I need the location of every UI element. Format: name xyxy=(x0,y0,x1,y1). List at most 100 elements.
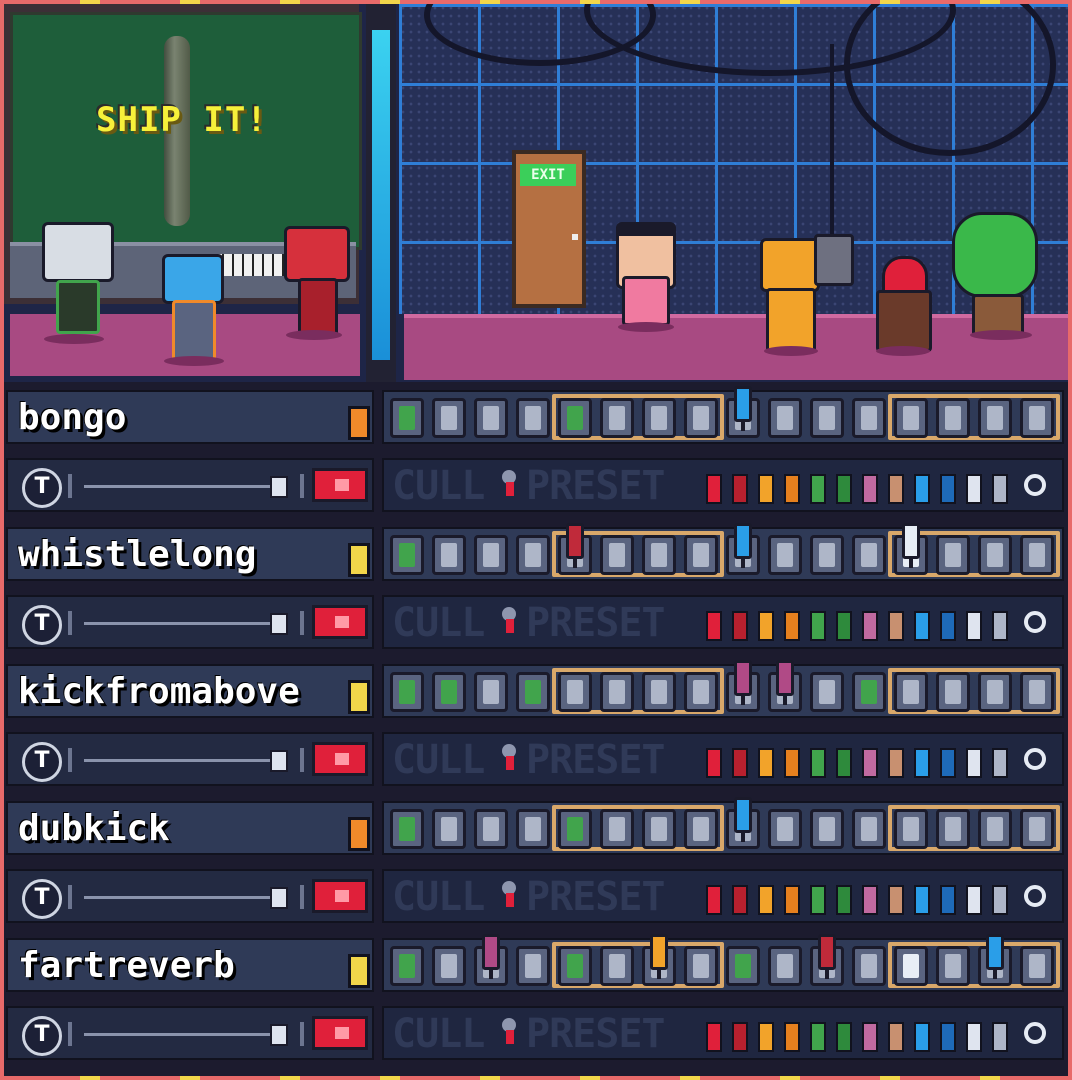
step-button[interactable] xyxy=(810,535,844,575)
step-button[interactable] xyxy=(516,398,550,438)
color-swatch[interactable] xyxy=(810,1022,826,1052)
reset-ring-icon[interactable] xyxy=(1024,474,1046,496)
color-swatch[interactable] xyxy=(810,885,826,915)
color-swatch[interactable] xyxy=(706,748,722,778)
step-button[interactable] xyxy=(558,946,592,986)
step-button[interactable] xyxy=(978,809,1012,849)
step-button[interactable] xyxy=(936,398,970,438)
color-swatch[interactable] xyxy=(862,1022,878,1052)
mute-button[interactable] xyxy=(312,742,368,776)
step-button[interactable] xyxy=(936,535,970,575)
cull-label[interactable]: CULL xyxy=(392,875,485,919)
color-swatch[interactable] xyxy=(862,611,878,641)
color-swatch[interactable] xyxy=(836,611,852,641)
step-button[interactable] xyxy=(642,672,676,712)
track-name-panel[interactable]: fartreverb xyxy=(6,938,374,992)
step-button[interactable] xyxy=(390,809,424,849)
step-button[interactable] xyxy=(684,946,718,986)
color-swatch[interactable] xyxy=(862,474,878,504)
color-swatch[interactable] xyxy=(940,611,956,641)
step-button[interactable] xyxy=(852,672,886,712)
reset-ring-icon[interactable] xyxy=(1024,885,1046,907)
color-swatch[interactable] xyxy=(914,1022,930,1052)
volume-slider-knob[interactable] xyxy=(270,613,288,635)
color-swatch[interactable] xyxy=(706,474,722,504)
track-indicator[interactable] xyxy=(348,406,370,440)
step-button[interactable] xyxy=(894,809,928,849)
color-swatch[interactable] xyxy=(732,748,748,778)
step-marker[interactable] xyxy=(734,386,752,431)
color-swatch[interactable] xyxy=(732,611,748,641)
color-swatch[interactable] xyxy=(758,885,774,915)
color-swatch[interactable] xyxy=(914,885,930,915)
cull-label[interactable]: CULL xyxy=(392,738,485,782)
step-button[interactable] xyxy=(936,946,970,986)
reset-ring-icon[interactable] xyxy=(1024,1022,1046,1044)
color-swatch[interactable] xyxy=(992,885,1008,915)
tune-icon[interactable]: T xyxy=(22,605,62,645)
tune-icon[interactable]: T xyxy=(22,879,62,919)
step-button[interactable] xyxy=(894,672,928,712)
color-swatch[interactable] xyxy=(836,1022,852,1052)
color-swatch[interactable] xyxy=(862,885,878,915)
color-swatch[interactable] xyxy=(940,885,956,915)
step-button[interactable] xyxy=(726,946,760,986)
step-button[interactable] xyxy=(978,535,1012,575)
volume-slider[interactable] xyxy=(84,759,284,762)
step-button[interactable] xyxy=(642,809,676,849)
color-swatch[interactable] xyxy=(732,1022,748,1052)
step-button[interactable] xyxy=(600,535,634,575)
color-swatch[interactable] xyxy=(940,748,956,778)
step-marker[interactable] xyxy=(482,934,500,979)
step-button[interactable] xyxy=(852,946,886,986)
volume-slider-knob[interactable] xyxy=(270,1024,288,1046)
preset-label[interactable]: PRESET xyxy=(526,875,665,919)
step-button[interactable] xyxy=(1020,672,1054,712)
preset-label[interactable]: PRESET xyxy=(526,601,665,645)
step-button[interactable] xyxy=(1020,398,1054,438)
track-name-panel[interactable]: dubkick xyxy=(6,801,374,855)
step-marker[interactable] xyxy=(902,523,920,568)
color-swatch[interactable] xyxy=(888,474,904,504)
color-swatch[interactable] xyxy=(914,474,930,504)
mute-button[interactable] xyxy=(312,1016,368,1050)
step-button[interactable] xyxy=(894,398,928,438)
track-name-panel[interactable]: kickfromabove xyxy=(6,664,374,718)
color-swatch[interactable] xyxy=(888,1022,904,1052)
color-swatch[interactable] xyxy=(940,474,956,504)
step-button[interactable] xyxy=(768,535,802,575)
preset-label[interactable]: PRESET xyxy=(526,464,665,508)
step-button[interactable] xyxy=(600,946,634,986)
step-button[interactable] xyxy=(558,398,592,438)
step-button[interactable] xyxy=(852,398,886,438)
step-button[interactable] xyxy=(474,809,508,849)
preset-label[interactable]: PRESET xyxy=(526,1012,665,1056)
color-swatch[interactable] xyxy=(758,1022,774,1052)
step-button[interactable] xyxy=(810,672,844,712)
color-swatch[interactable] xyxy=(966,885,982,915)
color-swatch[interactable] xyxy=(966,748,982,778)
color-swatch[interactable] xyxy=(966,1022,982,1052)
color-swatch[interactable] xyxy=(758,474,774,504)
mute-button[interactable] xyxy=(312,605,368,639)
color-swatch[interactable] xyxy=(732,885,748,915)
step-button[interactable] xyxy=(600,672,634,712)
color-swatch[interactable] xyxy=(706,885,722,915)
step-marker[interactable] xyxy=(734,660,752,705)
step-button[interactable] xyxy=(642,535,676,575)
step-button[interactable] xyxy=(1020,809,1054,849)
step-button[interactable] xyxy=(768,946,802,986)
step-button[interactable] xyxy=(684,398,718,438)
color-swatch[interactable] xyxy=(784,611,800,641)
volume-slider[interactable] xyxy=(84,1033,284,1036)
color-swatch[interactable] xyxy=(992,474,1008,504)
color-swatch[interactable] xyxy=(888,748,904,778)
step-button[interactable] xyxy=(1020,946,1054,986)
step-button[interactable] xyxy=(474,398,508,438)
step-marker[interactable] xyxy=(986,934,1004,979)
color-swatch[interactable] xyxy=(914,611,930,641)
color-swatch[interactable] xyxy=(732,474,748,504)
step-button[interactable] xyxy=(432,809,466,849)
color-swatch[interactable] xyxy=(758,748,774,778)
step-button[interactable] xyxy=(474,535,508,575)
